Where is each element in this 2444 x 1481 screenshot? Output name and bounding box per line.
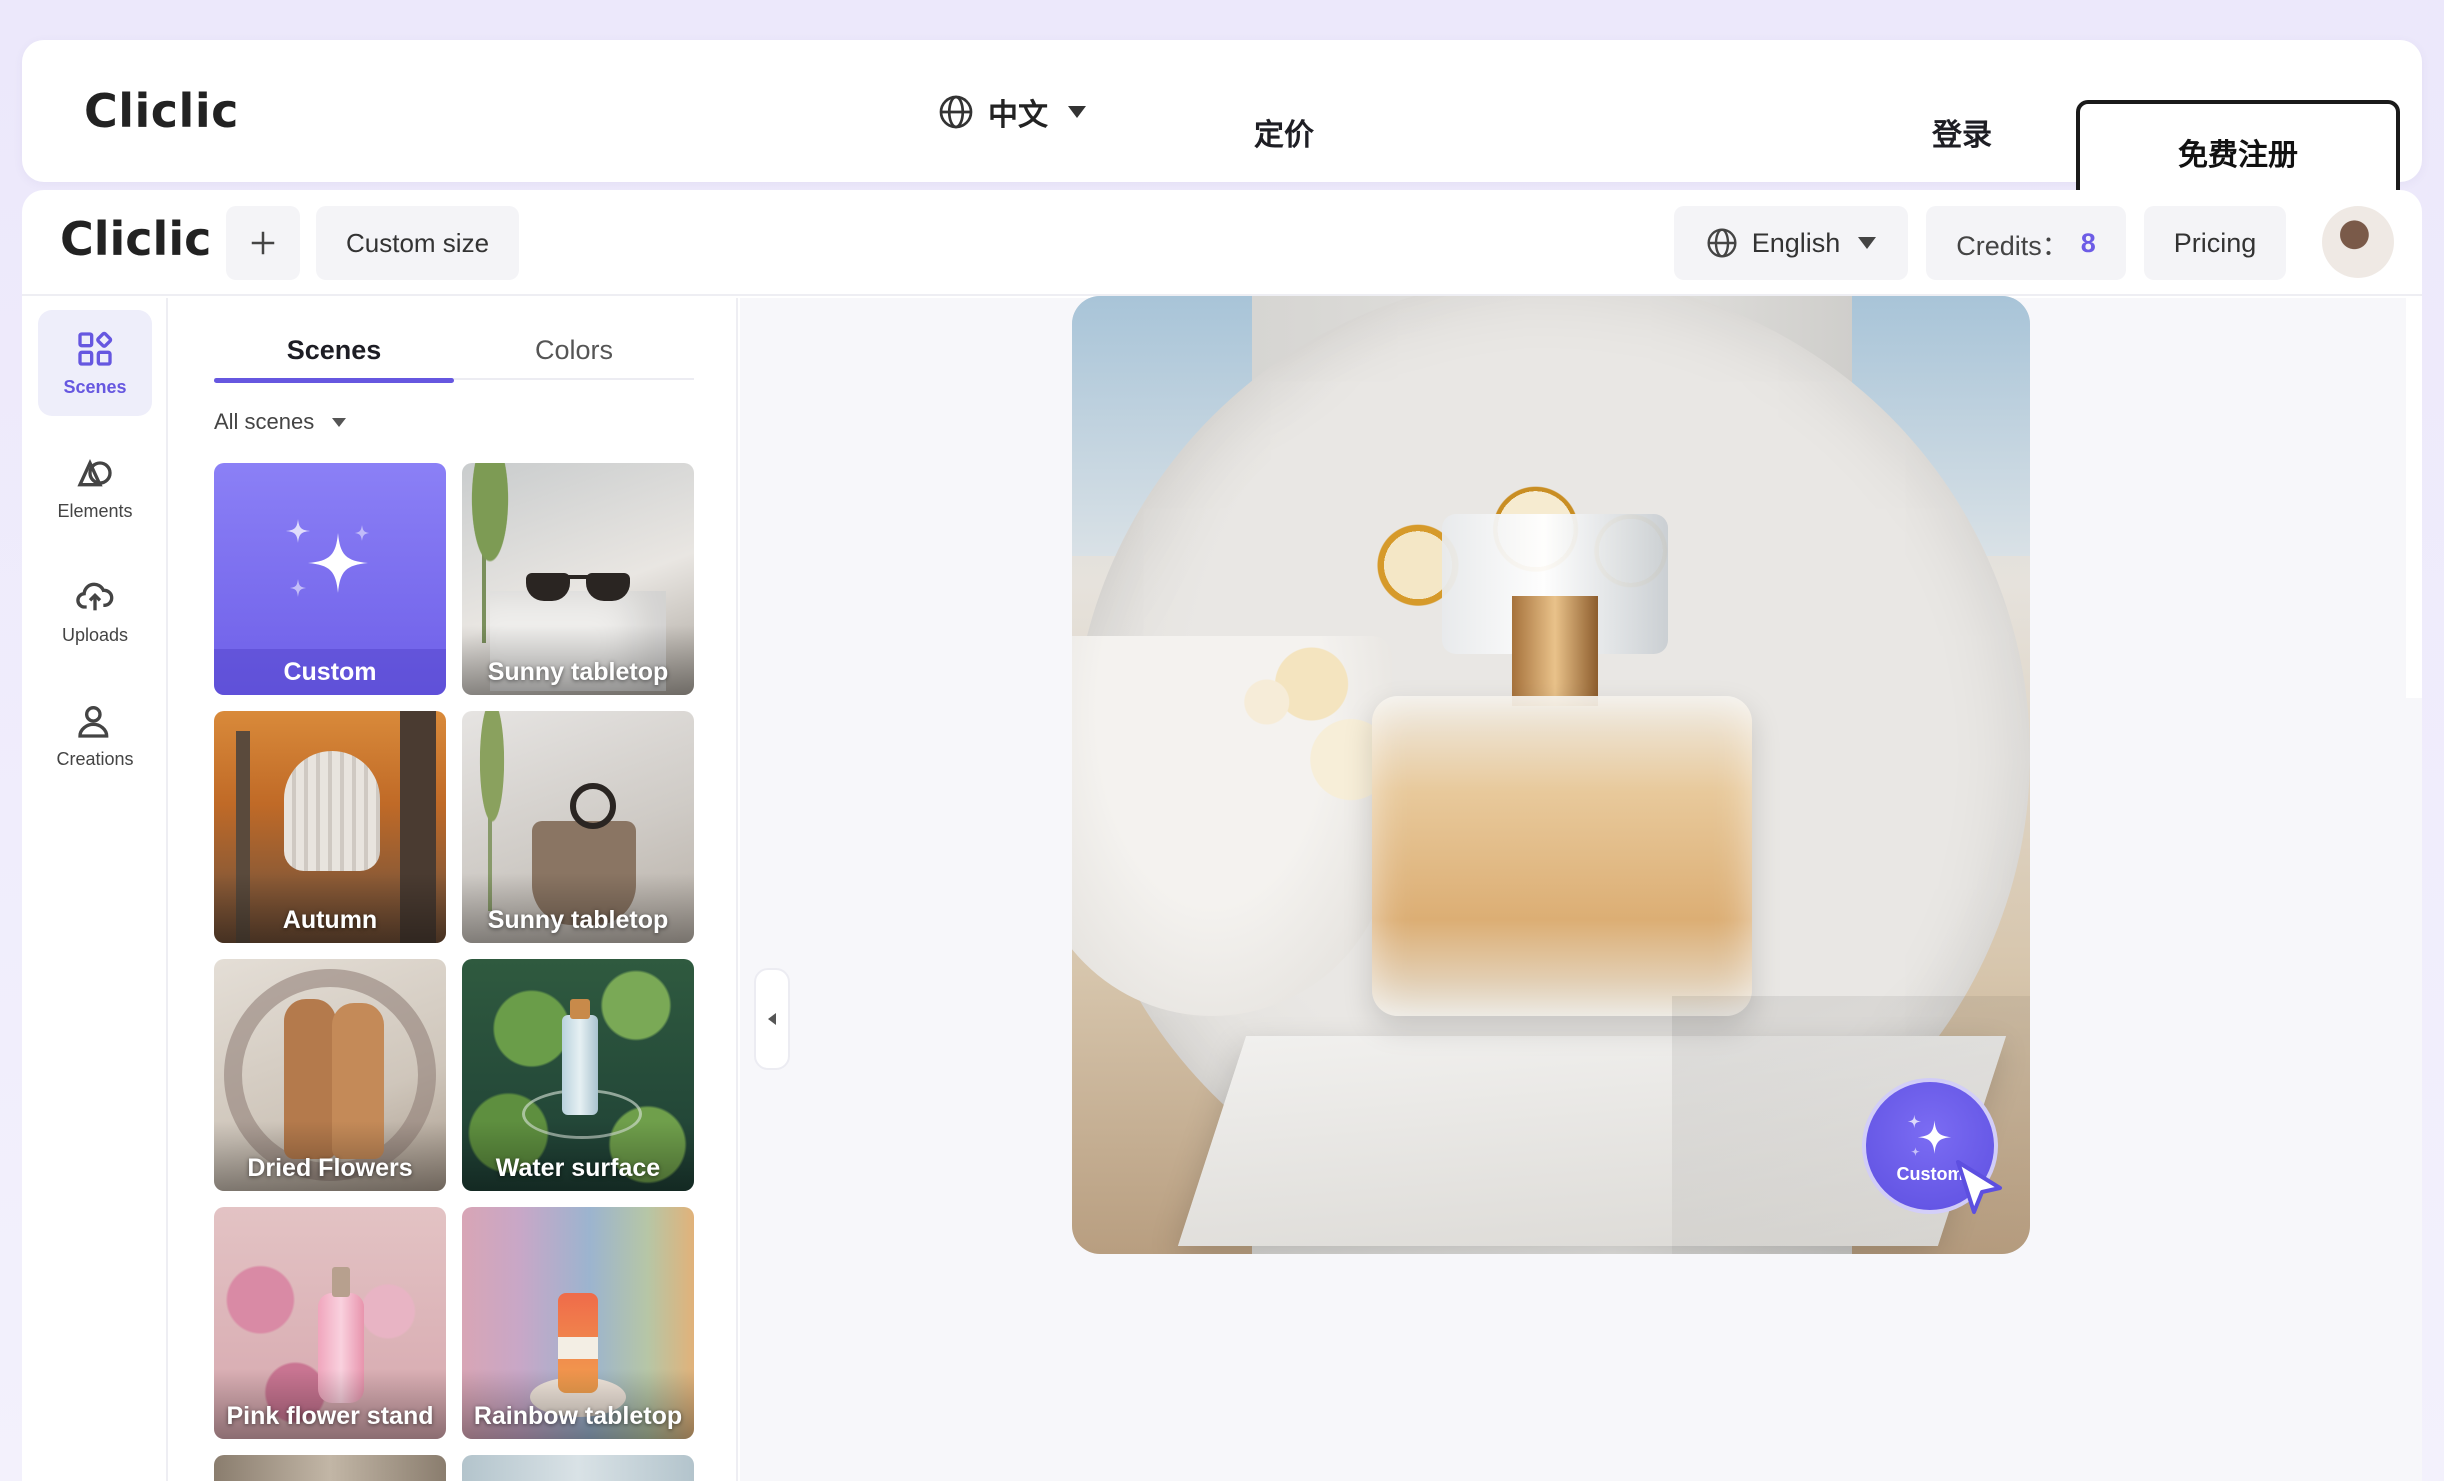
login-link[interactable]: 登录 [1932, 110, 1992, 154]
tab-scenes[interactable]: Scenes [214, 320, 454, 383]
scene-tile-pink-flower-stand[interactable]: Pink flower stand [214, 1207, 446, 1439]
plant-shape [462, 463, 532, 643]
rail-label: Scenes [63, 376, 127, 397]
site-nav: Cliclic 中文 定价 登录 免费注册 [22, 40, 2422, 204]
scene-label: Sunny tabletop [487, 906, 669, 934]
signup-button[interactable]: 免费注册 [2076, 100, 2400, 204]
site-logo[interactable]: Cliclic [84, 84, 239, 138]
bottle-cap-shape [332, 1267, 350, 1297]
credits-badge[interactable]: Credits： 8 [1926, 206, 2126, 280]
collapse-panel-button[interactable] [754, 968, 790, 1070]
scenes-panel: Scenes Colors All scenes Custom Sunny ta… [170, 298, 738, 1481]
scene-tile-sunny-tabletop[interactable]: Sunny tabletop [462, 463, 694, 695]
scene-tile-partial[interactable] [214, 1455, 446, 1481]
user-icon [78, 705, 109, 738]
custom-size-button[interactable]: Custom size [316, 206, 520, 280]
globe-icon [1707, 228, 1737, 258]
language-dropdown[interactable]: English [1674, 206, 1908, 280]
cloud-upload-icon [76, 582, 114, 610]
new-design-button[interactable] [226, 206, 300, 280]
credits-value: 8 [2080, 227, 2096, 258]
tab-colors[interactable]: Colors [454, 320, 694, 380]
pricing-link[interactable]: 定价 [1254, 110, 1314, 154]
scene-tile-dried-flowers[interactable]: Dried Flowers [214, 959, 446, 1191]
scene-label: Autumn [282, 906, 378, 934]
beanie-shape [284, 751, 380, 871]
rail-label: Elements [57, 500, 133, 521]
globe-icon [939, 95, 973, 129]
bottle-label-shape [558, 1337, 598, 1359]
bottle-cap-shape [570, 999, 590, 1019]
language-label: 中文 [988, 99, 1048, 132]
scene-tile-partial[interactable] [462, 1455, 694, 1481]
language-switcher[interactable]: 中文 [938, 90, 1086, 134]
cursor-icon [1956, 1160, 2002, 1214]
shapes-icon [77, 458, 112, 486]
scene-label: Sunny tabletop [487, 658, 669, 686]
bag-handle-shape [570, 783, 616, 829]
caret-down-icon [1068, 106, 1086, 118]
sparkle-icon [286, 519, 369, 597]
perfume-bottle-shape [1372, 696, 1752, 1016]
scene-label: Pink flower stand [226, 1402, 434, 1430]
app-header: Cliclic Custom size English Credits： 8 P… [22, 190, 2422, 296]
grid-icon [78, 331, 113, 366]
scrollbar[interactable] [2406, 298, 2422, 698]
scene-tile-autumn[interactable]: Autumn [214, 711, 446, 943]
scene-filter-dropdown[interactable]: All scenes [214, 402, 347, 442]
rail-item-elements[interactable]: Elements [38, 434, 152, 540]
avatar[interactable] [2322, 206, 2394, 278]
chevron-left-icon [768, 1013, 776, 1025]
rail-item-scenes[interactable]: Scenes [38, 310, 152, 416]
bottle-shape [562, 1015, 598, 1115]
panel-tabs: Scenes Colors [214, 320, 694, 383]
rail-item-uploads[interactable]: Uploads [38, 558, 152, 664]
sunglasses-shape [526, 567, 630, 601]
language-label: English [1751, 227, 1841, 258]
filter-label: All scenes [214, 409, 315, 434]
pricing-button[interactable]: Pricing [2144, 206, 2286, 280]
app-logo[interactable]: Cliclic [60, 212, 211, 266]
scene-tile-sunny-tabletop-2[interactable]: Sunny tabletop [462, 711, 694, 943]
left-rail: Scenes Elements Uploads Creations [22, 298, 168, 1481]
rail-label: Uploads [61, 624, 129, 645]
credits-label: Credits： [1956, 230, 2069, 261]
rail-label: Creations [56, 748, 134, 769]
scene-tile-rainbow-tabletop[interactable]: Rainbow tabletop [462, 1207, 694, 1439]
caret-down-icon [332, 417, 347, 427]
scene-tile-custom[interactable]: Custom [214, 463, 446, 695]
rail-item-creations[interactable]: Creations [38, 682, 152, 788]
scene-label: Dried Flowers [247, 1154, 413, 1182]
plus-icon [251, 231, 275, 255]
caret-down-icon [1858, 237, 1877, 249]
scene-label: Custom [214, 649, 446, 695]
scene-tile-water-surface[interactable]: Water surface [462, 959, 694, 1191]
scene-label: Water surface [495, 1154, 661, 1182]
perfume-neck-shape [1512, 596, 1598, 706]
sparkle-icon [1907, 1114, 1952, 1156]
scene-label: Rainbow tabletop [473, 1402, 683, 1430]
